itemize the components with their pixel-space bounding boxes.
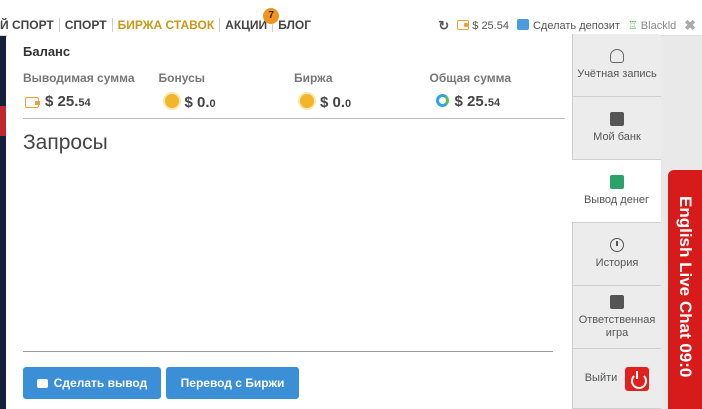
withdrawable-value: $ 25.: [45, 93, 79, 110]
exchange-balance: Биржа $ 0. 0: [294, 71, 430, 119]
bonus-cents: 0: [209, 98, 216, 110]
refresh-icon[interactable]: ↻: [438, 18, 449, 34]
live-chat-label: English Live Chat 09:0: [676, 196, 695, 378]
deposit-label: Сделать депозит: [532, 20, 620, 32]
withdrawable-label: Выводимая сумма: [23, 71, 135, 85]
nav-item-sport[interactable]: СПОРТ: [60, 18, 113, 32]
bonus-label: Бонусы: [158, 71, 206, 85]
deposit-icon: [516, 19, 529, 30]
user-icon: ♖: [627, 20, 638, 32]
thumbs-up-icon: [36, 378, 48, 388]
side-item-bank-label: Мой банк: [593, 131, 641, 143]
nav-item-live-sport[interactable]: Й СПОРТ: [0, 18, 60, 32]
main-nav: Й СПОРТ СПОРТ БИРЖА СТАВОК АКЦИИ 7 БЛОГ: [0, 8, 316, 32]
side-item-account-label: Учётная запись: [577, 68, 657, 80]
cashier-side-menu: Учётная запись Мой банк Вывод денег Исто…: [572, 34, 661, 409]
header-balance[interactable]: $ 25.54: [457, 19, 509, 32]
side-item-withdraw-label: Вывод денег: [583, 194, 650, 206]
exchange-value: $ 0.: [320, 94, 346, 111]
side-item-responsible-gaming[interactable]: Ответственная игра: [572, 286, 661, 349]
transfer-button-label: Перевод с Биржи: [180, 376, 285, 390]
wallet-icon: [25, 97, 40, 108]
balance-title: Баланс: [23, 44, 71, 59]
total-balance: Общая сумма $ 25. 54: [429, 71, 566, 119]
total-value: $ 25.: [454, 93, 488, 110]
withdrawable-cents: 54: [78, 97, 91, 109]
wallet-icon: [457, 19, 470, 30]
deposit-link[interactable]: Сделать депозит: [516, 19, 620, 32]
bank-icon: [610, 112, 624, 126]
username: Blackld: [640, 20, 677, 32]
exchange-cents: 0: [345, 98, 352, 110]
side-item-history[interactable]: История: [572, 223, 661, 286]
money-icon: [609, 175, 624, 189]
total-cents: 54: [487, 97, 501, 109]
nav-item-blog[interactable]: БЛОГ: [273, 18, 316, 32]
transfer-from-exchange-button[interactable]: Перевод с Биржи: [166, 367, 299, 399]
close-icon[interactable]: ✖: [684, 17, 696, 34]
side-item-account[interactable]: Учётная запись: [572, 34, 661, 97]
exchange-icon: [300, 94, 314, 108]
side-item-bank[interactable]: Мой банк: [572, 97, 661, 160]
withdrawable-balance: Выводимая сумма $ 25. 54: [23, 71, 159, 119]
header-balance-value: $ 25.54: [472, 19, 509, 32]
total-label: Общая сумма: [429, 71, 512, 85]
side-item-logout-label: Выйти: [584, 372, 618, 384]
balance-summary: Выводимая сумма $ 25. 54 Бонусы $ 0. 0 Бир…: [23, 71, 565, 119]
responsible-gaming-icon: [610, 294, 624, 309]
bonus-amount: $ 0. 0: [159, 93, 295, 111]
account-bar: ↻ $ 25.54 Сделать депозит ♖ Blackld ✖: [430, 17, 696, 34]
user-menu[interactable]: ♖ Blackld: [628, 19, 676, 32]
nav-item-promotions-label: АКЦИИ: [225, 18, 268, 32]
clock-icon: [610, 238, 624, 252]
divider: [23, 351, 553, 352]
withdraw-button[interactable]: Сделать вывод: [23, 367, 161, 399]
side-item-history-label: История: [595, 257, 639, 269]
side-item-responsible-label: Ответственная игра: [578, 313, 656, 339]
total-amount: $ 25. 54: [430, 93, 566, 110]
exchange-label: Биржа: [294, 71, 333, 85]
user-icon: [610, 49, 624, 63]
exchange-amount: $ 0. 0: [294, 93, 430, 111]
live-chat-tab[interactable]: English Live Chat 09:0: [668, 170, 702, 409]
requests-title: Запросы: [23, 131, 108, 154]
power-icon: [625, 366, 650, 391]
bonus-value: $ 0.: [184, 94, 210, 111]
nav-item-exchange[interactable]: БИРЖА СТАВОК: [113, 18, 221, 32]
side-item-withdraw[interactable]: Вывод денег: [572, 160, 661, 223]
bonus-balance: Бонусы $ 0. 0: [158, 71, 295, 119]
cashier-panel: Баланс Выводимая сумма $ 25. 54 Бонусы $ …: [6, 34, 572, 409]
withdraw-button-label: Сделать вывод: [53, 376, 148, 390]
top-bar: Й СПОРТ СПОРТ БИРЖА СТАВОК АКЦИИ 7 БЛОГ …: [0, 0, 702, 36]
bonus-icon: [164, 94, 179, 108]
withdrawable-amount: $ 25. 54: [23, 93, 159, 110]
side-item-logout[interactable]: Выйти: [572, 349, 661, 409]
nav-item-promotions[interactable]: АКЦИИ 7: [220, 8, 280, 32]
total-ring-icon: [435, 94, 449, 107]
